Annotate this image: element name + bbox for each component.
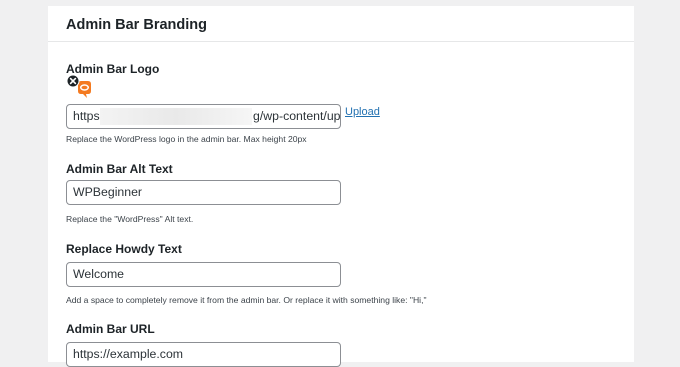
section-title: Admin Bar Branding: [66, 17, 207, 33]
bar-url-input[interactable]: https://example.com: [66, 342, 341, 367]
logo-preview: [66, 74, 91, 98]
bar-url-label: Admin Bar URL: [66, 322, 155, 336]
logo-url-input[interactable]: https:/ g/wp-content/uplo: [66, 104, 341, 129]
blurred-url-segment: [100, 108, 252, 125]
howdy-label: Replace Howdy Text: [66, 242, 182, 256]
settings-panel: Admin Bar Branding Admin Bar Logo https:…: [48, 6, 634, 367]
remove-logo-icon[interactable]: [66, 74, 80, 88]
howdy-input[interactable]: Welcome: [66, 262, 341, 287]
logo-help-text: Replace the WordPress logo in the admin …: [66, 134, 307, 144]
upload-link[interactable]: Upload: [345, 106, 380, 118]
logo-image: [78, 81, 91, 98]
logo-url-end: g/wp-content/uplo: [253, 109, 341, 123]
howdy-help-text: Add a space to completely remove it from…: [66, 295, 427, 305]
alt-text-input[interactable]: WPBeginner: [66, 180, 341, 205]
alt-text-label: Admin Bar Alt Text: [66, 162, 173, 176]
alt-text-help-text: Replace the "WordPress" Alt text.: [66, 214, 194, 224]
